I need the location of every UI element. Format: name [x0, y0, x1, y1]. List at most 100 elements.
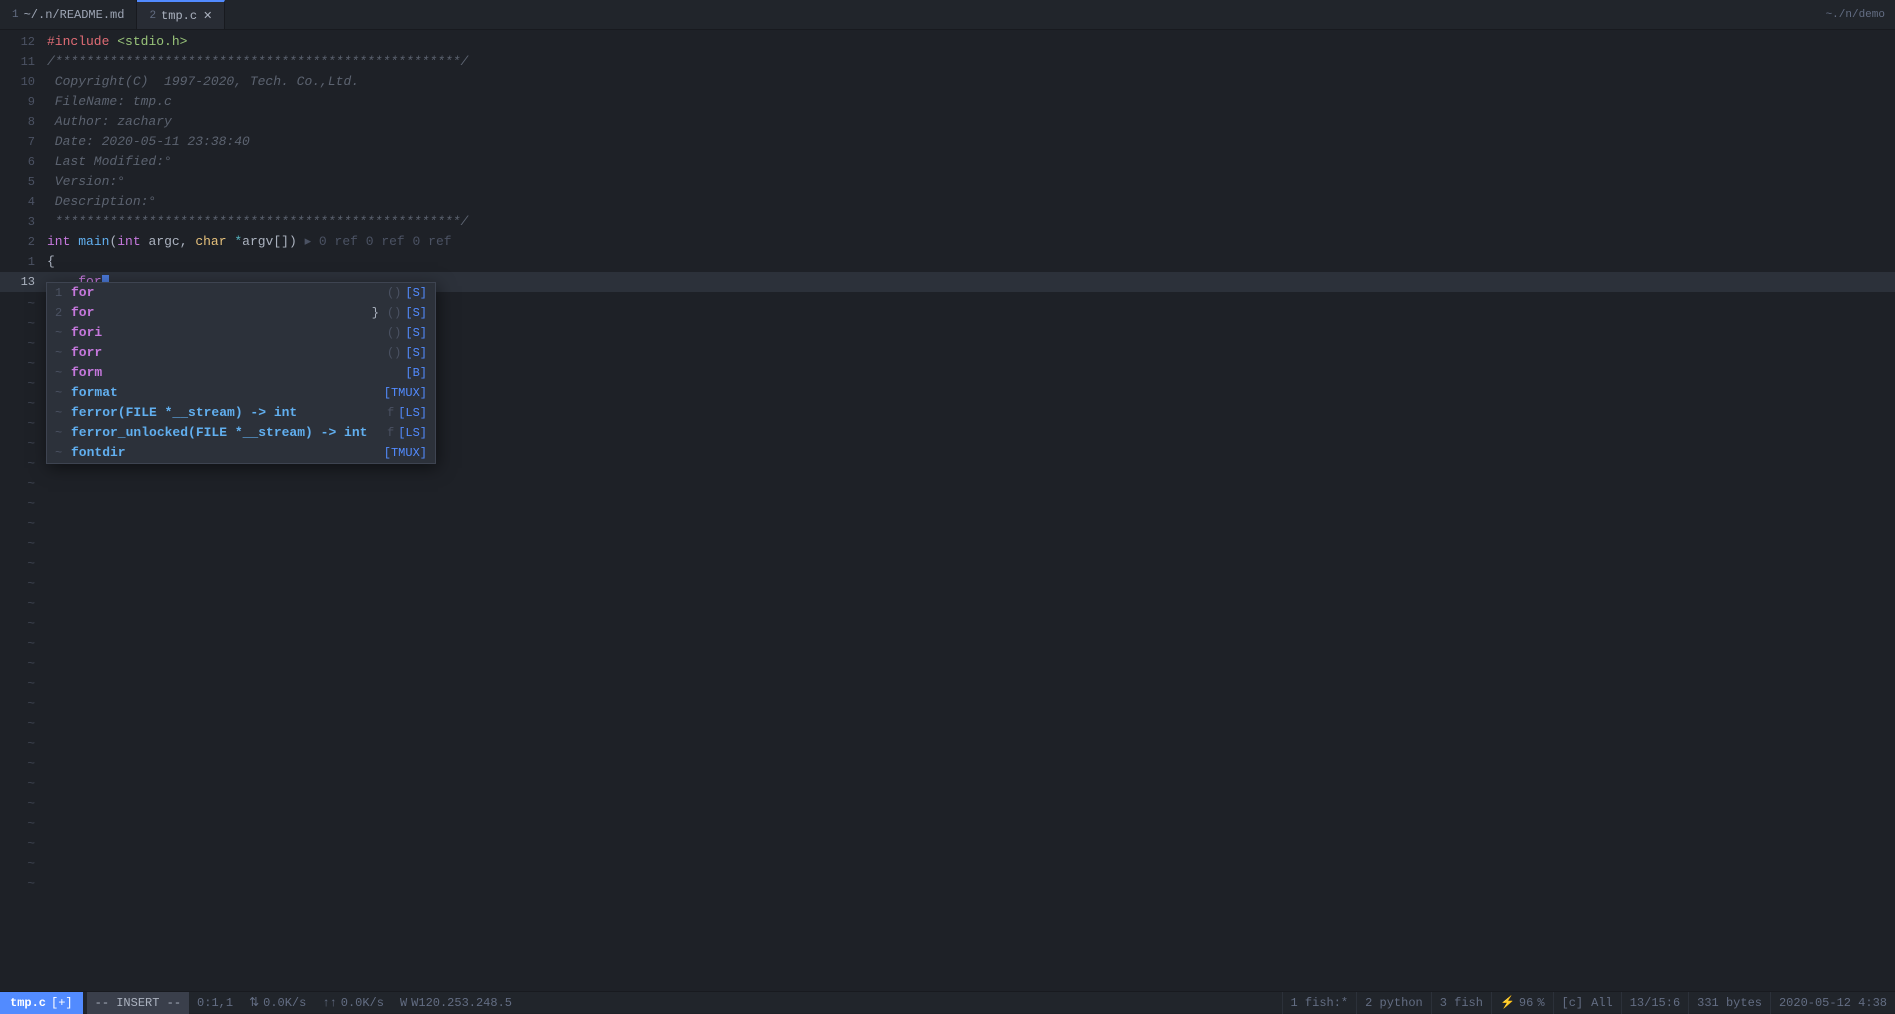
tilde-line-17: ~ — [0, 614, 1895, 634]
ac-src-ferror-unlocked: [LS] — [398, 423, 427, 443]
ac-item-fori[interactable]: ~ fori () [S] — [47, 323, 435, 343]
line-content-6: Last Modified:° — [45, 152, 1895, 172]
line-content-2: int main(int argc, char *argv[]) ▸ 0 ref… — [45, 232, 1895, 252]
ac-num-fori: ~ — [55, 323, 71, 343]
tab-num-2: 2 — [149, 10, 156, 22]
status-bytes: 331 bytes — [1688, 992, 1770, 1014]
tilde-line-26: ~ — [0, 794, 1895, 814]
ac-label-format: format — [71, 383, 368, 403]
tilde-line-28: ~ — [0, 834, 1895, 854]
ac-src-fontdir: [TMUX] — [384, 443, 427, 463]
ac-item-ferror-unlocked[interactable]: ~ ferror_unlocked(FILE *__stream) -> int… — [47, 423, 435, 443]
code-line-12: 12 #include <stdio.h> — [0, 32, 1895, 52]
line-num-3: 3 — [0, 212, 45, 232]
line-num-8: 8 — [0, 112, 45, 132]
ac-item-ferror[interactable]: ~ ferror(FILE *__stream) -> int f [LS] — [47, 403, 435, 423]
ac-num-form: ~ — [55, 363, 71, 383]
ac-src-2: [S] — [405, 303, 427, 323]
ac-kind-forr: () — [379, 343, 401, 363]
autocomplete-dropdown: 1 for () [S] 2 for } () [S] ~ fori () [S… — [46, 282, 436, 464]
tilde-line-22: ~ — [0, 714, 1895, 734]
tilde-line-29: ~ — [0, 854, 1895, 874]
ac-label-form: form — [71, 363, 389, 383]
line-content-10: Copyright(C) 1997-2020, Tech. Co.,Ltd. — [45, 72, 1895, 92]
ac-label-ferror-unlocked: ferror_unlocked(FILE *__stream) -> int — [71, 423, 375, 443]
tilde-line-11: ~ — [0, 494, 1895, 514]
status-upload-speed: ↑↑ 0.0K/s — [314, 992, 392, 1014]
code-line-5: 5 Version:° — [0, 172, 1895, 192]
code-line-1: 1 { — [0, 252, 1895, 272]
status-encoding: [c] All — [1553, 992, 1621, 1014]
code-line-7: 7 Date: 2020-05-11 23:38:40 — [0, 132, 1895, 152]
ac-label-fontdir: fontdir — [71, 443, 368, 463]
ac-src-1: [S] — [405, 283, 427, 303]
ac-item-form[interactable]: ~ form [B] — [47, 363, 435, 383]
tab-readme[interactable]: 1 ~/.n/README.md — [0, 0, 137, 29]
line-content-9: FileName: tmp.c — [45, 92, 1895, 112]
tab-bar-path: ~./n/demo — [1826, 9, 1895, 21]
line-num-1: 1 — [0, 252, 45, 272]
tilde-line-15: ~ — [0, 574, 1895, 594]
line-content-5: Version:° — [45, 172, 1895, 192]
ac-label-for1: for — [71, 283, 375, 303]
tab-bar: 1 ~/.n/README.md 2 tmp.c ✕ ~./n/demo — [0, 0, 1895, 30]
line-num-11: 11 — [0, 52, 45, 72]
line-num-9: 9 — [0, 92, 45, 112]
status-left: tmp.c [+] -- INSERT -- 0:1,1 ⇅ 0.0K/s ↑↑… — [0, 992, 520, 1014]
line-num-13: 13 — [0, 272, 45, 292]
ac-detail-2: } — [372, 303, 379, 323]
ac-src-form: [B] — [405, 363, 427, 383]
status-right: 1 fish:* 2 python 3 fish ⚡ 96 % [c] All … — [1282, 992, 1895, 1014]
ac-item-for1[interactable]: 1 for () [S] — [47, 283, 435, 303]
ac-item-for2[interactable]: 2 for } () [S] — [47, 303, 435, 323]
ac-item-format[interactable]: ~ format [TMUX] — [47, 383, 435, 403]
code-line-8: 8 Author: zachary — [0, 112, 1895, 132]
status-datetime: 2020-05-12 4:38 — [1770, 992, 1895, 1014]
tab-num-1: 1 — [12, 9, 19, 21]
code-line-6: 6 Last Modified:° — [0, 152, 1895, 172]
ac-num-forr: ~ — [55, 343, 71, 363]
status-file-name: tmp.c [+] — [0, 992, 83, 1014]
ac-num-format: ~ — [55, 383, 71, 403]
tilde-line-16: ~ — [0, 594, 1895, 614]
ac-src-ferror: [LS] — [398, 403, 427, 423]
ac-src-forr: [S] — [405, 343, 427, 363]
status-shell-2: 2 python — [1356, 992, 1431, 1014]
ac-item-forr[interactable]: ~ forr () [S] — [47, 343, 435, 363]
ac-label-ferror: ferror(FILE *__stream) -> int — [71, 403, 375, 423]
tilde-line-21: ~ — [0, 694, 1895, 714]
tilde-line-13: ~ — [0, 534, 1895, 554]
ac-label-forr: forr — [71, 343, 375, 363]
line-num-5: 5 — [0, 172, 45, 192]
ac-src-fori: [S] — [405, 323, 427, 343]
ac-label-for2: for — [71, 303, 368, 323]
line-num-7: 7 — [0, 132, 45, 152]
tilde-line-25: ~ — [0, 774, 1895, 794]
ac-kind-fori: () — [379, 323, 401, 343]
status-ip: W W120.253.248.5 — [392, 992, 520, 1014]
line-content-1: { — [45, 252, 1895, 272]
tilde-line-19: ~ — [0, 654, 1895, 674]
line-content-12: #include <stdio.h> — [45, 32, 1895, 52]
code-line-11: 11 /************************************… — [0, 52, 1895, 72]
ac-num-ferror: ~ — [55, 403, 71, 423]
ac-kind-2: () — [379, 303, 401, 323]
ac-num-2: 2 — [55, 303, 71, 323]
status-cpu: ⚡ 96 % — [1491, 992, 1553, 1014]
status-line-info: 13/15:6 — [1621, 992, 1688, 1014]
code-line-4: 4 Description:° — [0, 192, 1895, 212]
status-shell-1: 1 fish:* — [1282, 992, 1357, 1014]
tab-tmpc[interactable]: 2 tmp.c ✕ — [137, 0, 225, 29]
line-num-6: 6 — [0, 152, 45, 172]
tab-close-icon[interactable]: ✕ — [203, 9, 212, 23]
editor-content[interactable]: 12 #include <stdio.h> 11 /**************… — [0, 30, 1895, 991]
tab-label-readme: ~/.n/README.md — [24, 8, 125, 22]
ac-item-fontdir[interactable]: ~ fontdir [TMUX] — [47, 443, 435, 463]
tilde-line-12: ~ — [0, 514, 1895, 534]
ac-src-format: [TMUX] — [384, 383, 427, 403]
code-line-2: 2 int main(int argc, char *argv[]) ▸ 0 r… — [0, 232, 1895, 252]
ac-num-1: 1 — [55, 283, 71, 303]
code-line-3: 3 **************************************… — [0, 212, 1895, 232]
code-line-10: 10 Copyright(C) 1997-2020, Tech. Co.,Ltd… — [0, 72, 1895, 92]
status-pos-left: 0:1,1 — [189, 992, 241, 1014]
